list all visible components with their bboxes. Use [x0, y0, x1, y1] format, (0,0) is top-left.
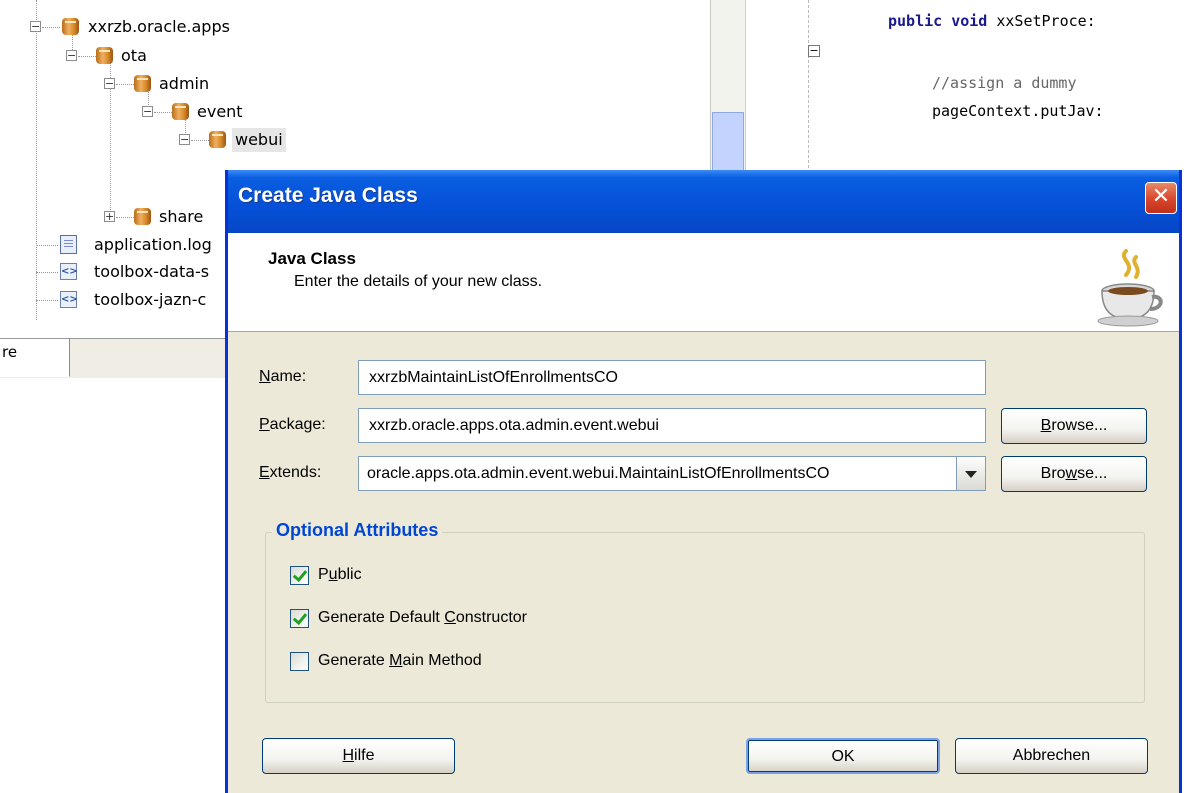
tree-item-label: admin — [159, 74, 210, 93]
tree-item-label: application.log — [94, 235, 212, 254]
code-line: pageContext.putJav: — [932, 102, 1104, 120]
tree-item-toolbox-data[interactable]: <> toolbox-data-s — [36, 259, 236, 285]
tree-item-label: share — [159, 207, 204, 226]
tree-item-toolbox-jazn[interactable]: <> toolbox-jazn-c — [36, 287, 236, 313]
code-line: public void xxSetProce: — [888, 12, 1096, 30]
extends-dropdown-button[interactable] — [956, 456, 986, 491]
dialog-header: Java Class Enter the details of your new… — [228, 233, 1179, 332]
close-button[interactable]: ✕ — [1145, 182, 1177, 214]
code-comment: //assign a dummy — [932, 74, 1077, 92]
package-icon — [209, 131, 226, 148]
expand-icon[interactable]: + — [104, 211, 115, 222]
public-checkbox[interactable] — [290, 566, 309, 585]
tree-item-label: ota — [121, 46, 147, 65]
group-label: Optional Attributes — [272, 520, 443, 541]
header-title: Java Class — [268, 249, 356, 268]
tree-item-xxrzb-oracle-apps[interactable]: − xxrzb.oracle.apps — [30, 14, 330, 40]
tree-item-label: webui — [232, 128, 286, 152]
tree-item-application-log[interactable]: application.log — [36, 232, 236, 258]
help-button[interactable]: Hilfe — [262, 738, 455, 774]
tree-item-label: event — [197, 102, 243, 121]
package-icon — [96, 47, 113, 64]
file-icon — [60, 235, 77, 254]
default-constructor-label: Generate Default Constructor — [318, 609, 527, 626]
tree-item-event[interactable]: − event — [142, 99, 342, 125]
xml-file-icon: <> — [60, 291, 78, 308]
package-icon — [134, 208, 151, 225]
tree-item-webui[interactable]: − webui — [179, 127, 379, 153]
collapse-icon[interactable]: − — [66, 50, 77, 61]
collapse-icon[interactable]: − — [179, 134, 190, 145]
fold-icon[interactable]: − — [808, 45, 820, 57]
tree-item-label: toolbox-jazn-c — [94, 290, 207, 309]
name-label: Name: — [259, 368, 307, 385]
java-cup-icon — [1097, 249, 1163, 327]
name-input[interactable]: xxrzbMaintainListOfEnrollmentsCO — [358, 360, 986, 395]
package-icon — [134, 75, 151, 92]
browse-extends-button[interactable]: Browse... — [1001, 456, 1147, 492]
package-icon — [62, 18, 79, 35]
dialog-title: Create Java Class — [238, 184, 418, 207]
browse-package-button[interactable]: Browse... — [1001, 408, 1147, 444]
tree-item-label: toolbox-data-s — [94, 262, 210, 281]
header-subtitle: Enter the details of your new class. — [294, 273, 543, 290]
main-method-label: Generate Main Method — [318, 652, 482, 669]
default-constructor-checkbox[interactable] — [290, 609, 309, 628]
tree-item-label: xxrzb.oracle.apps — [88, 17, 230, 36]
collapse-icon[interactable]: − — [30, 21, 41, 32]
extends-label: Extends: — [259, 464, 322, 481]
create-java-class-dialog: Create Java Class ✕ Java Class Enter the… — [225, 170, 1182, 793]
panel-tab[interactable]: re — [0, 339, 70, 377]
collapse-icon[interactable]: − — [142, 106, 153, 117]
cancel-button[interactable]: Abbrechen — [955, 738, 1148, 774]
extends-combo-input[interactable]: oracle.apps.ota.admin.event.webui.Mainta… — [358, 456, 957, 491]
public-label: Public — [318, 566, 362, 583]
main-method-checkbox[interactable] — [290, 652, 309, 671]
package-label: Package: — [259, 416, 326, 433]
package-input[interactable]: xxrzb.oracle.apps.ota.admin.event.webui — [358, 408, 986, 443]
tree-item-admin[interactable]: − admin — [104, 71, 304, 97]
collapse-icon[interactable]: − — [104, 78, 115, 89]
xml-file-icon: <> — [60, 263, 78, 280]
empty-panel — [0, 378, 230, 793]
ok-button[interactable]: OK — [746, 738, 940, 774]
dialog-titlebar[interactable]: Create Java Class ✕ — [228, 170, 1179, 233]
tree-item-ota[interactable]: − ota — [66, 43, 266, 69]
package-icon — [172, 103, 189, 120]
